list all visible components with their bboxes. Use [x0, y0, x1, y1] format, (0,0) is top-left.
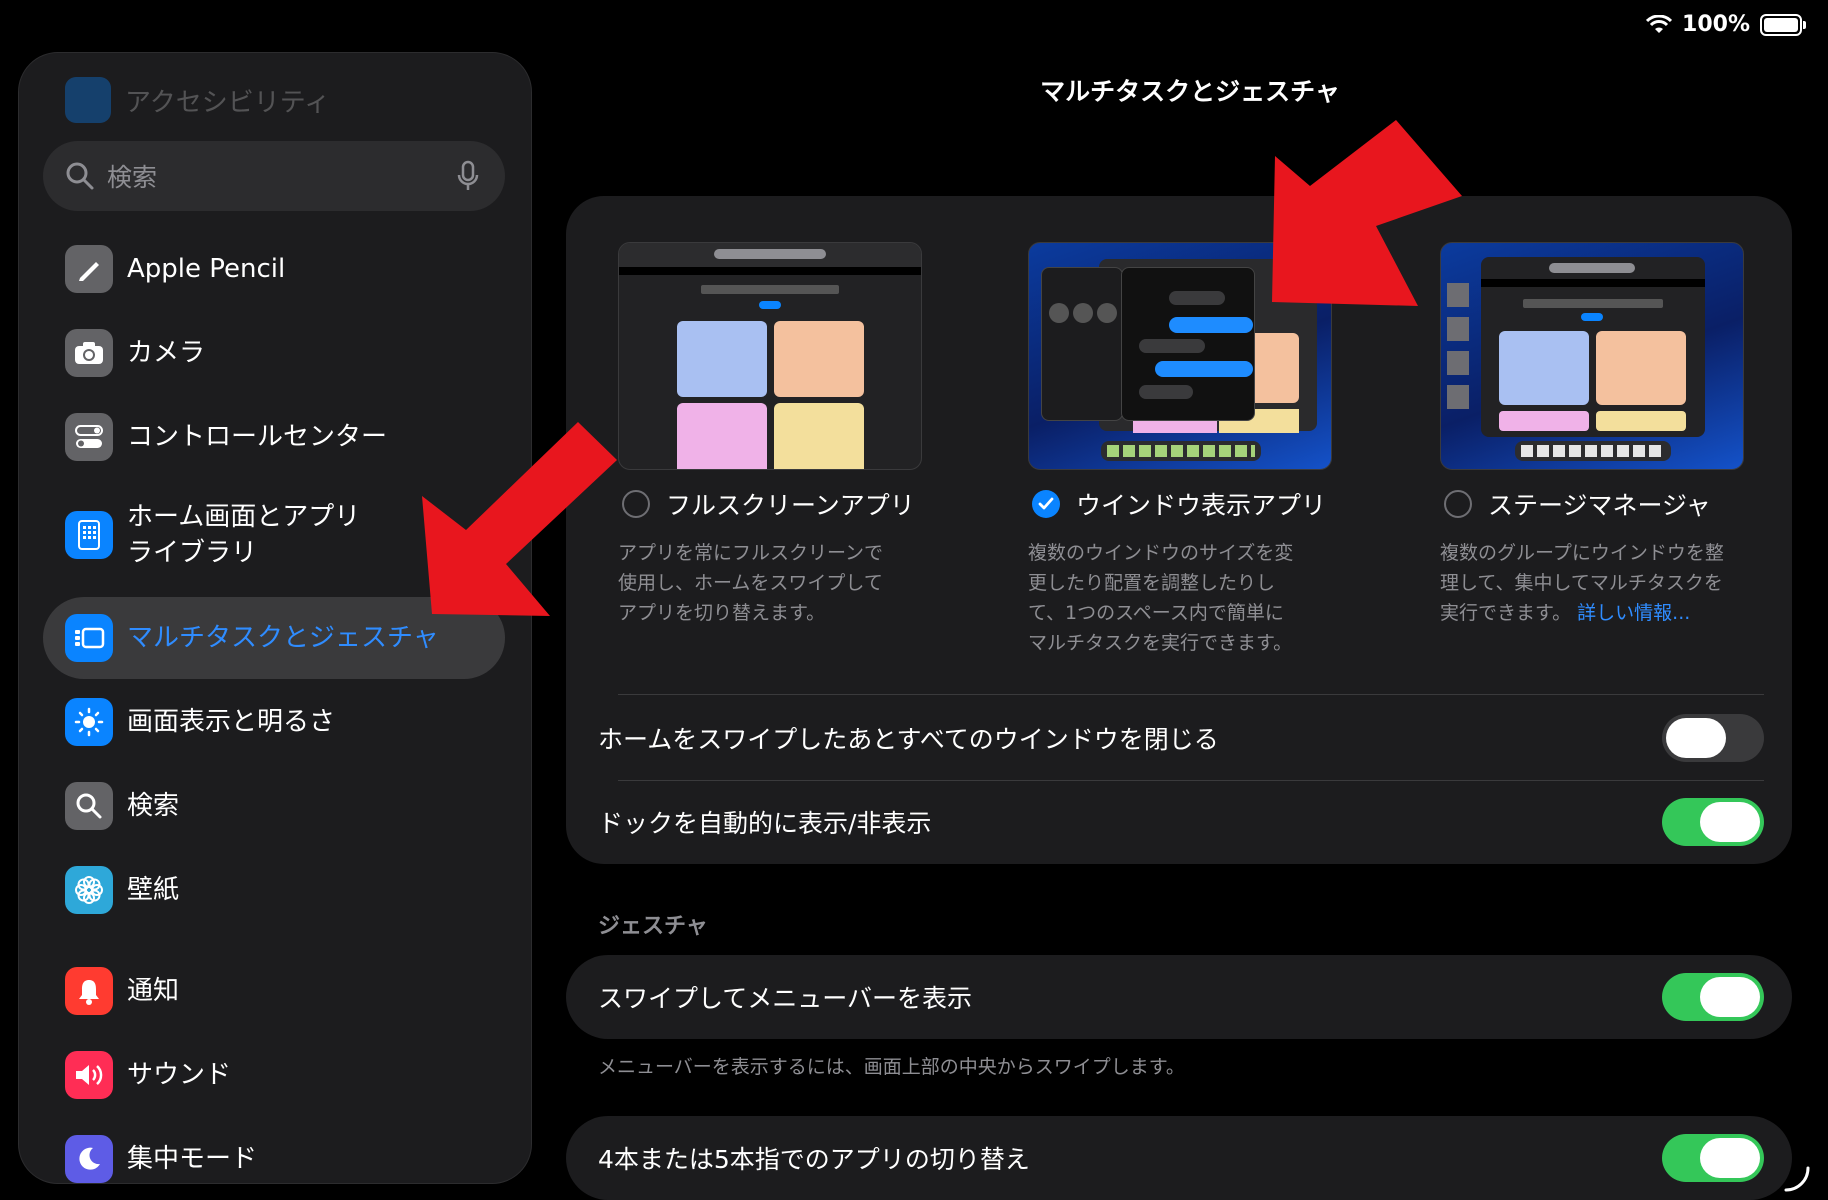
multitasking-options-card: フルスクリーンアプリ アプリを常にフルスクリーンで 使用し、ホームをスワイプして… [566, 196, 1792, 864]
battery-percent: 100% [1682, 12, 1750, 37]
auto-hide-dock-toggle[interactable] [1662, 798, 1764, 846]
sidebar-item-label: 集中モード [127, 1144, 258, 1174]
speaker-icon [65, 1051, 113, 1099]
option-description: 複数のグループにウインドウを整 理して、集中してマルチタスクを 実行できます。 … [1440, 542, 1724, 624]
sun-icon [65, 698, 113, 746]
sidebar-item-apple-pencil[interactable]: Apple Pencil [43, 228, 505, 310]
finger-switch-toggle[interactable] [1662, 1134, 1764, 1182]
option-fullscreen-apps[interactable]: フルスクリーンアプリ アプリを常にフルスクリーンで 使用し、ホームをスワイプして… [618, 242, 922, 628]
sidebar-item-label: 壁紙 [127, 875, 180, 905]
sidebar-item-notifications[interactable]: 通知 [43, 950, 505, 1032]
moon-icon [65, 1135, 113, 1183]
setting-menu-bar-swipe: スワイプしてメニューバーを表示 [566, 955, 1792, 1039]
option-label: ステージマネージャ [1488, 491, 1711, 520]
setting-label: ドックを自動的に表示/非表示 [598, 809, 932, 838]
option-description: 複数のウインドウのサイズを変 更したり配置を調整したりし て、1つのスペース内で… [1028, 542, 1294, 654]
sidebar-item-camera[interactable]: カメラ [43, 312, 505, 394]
home-screen-icon [65, 511, 113, 559]
toggles-icon [65, 413, 113, 461]
setting-four-five-finger-switch: 4本または5本指でのアプリの切り替え [566, 1116, 1792, 1200]
setting-label: ホームをスワイプしたあとすべてのウインドウを閉じる [598, 725, 1219, 754]
search-icon [66, 162, 94, 190]
radio-stage-manager[interactable] [1444, 490, 1472, 518]
divider [618, 694, 1764, 695]
setting-row: 4本または5本指でのアプリの切り替え [598, 1116, 1764, 1200]
flower-icon [65, 866, 113, 914]
fullscreen-preview [618, 242, 922, 470]
sidebar-item-display[interactable]: 画面表示と明るさ [43, 681, 505, 763]
setting-auto-hide-dock: ドックを自動的に表示/非表示 [598, 780, 1764, 864]
setting-label: 4本または5本指でのアプリの切り替え [598, 1145, 1030, 1174]
search-input[interactable]: 検索 [43, 141, 505, 211]
sidebar-item-label: 通知 [127, 976, 180, 1006]
pencil-icon [65, 245, 113, 293]
sidebar-item-label: コントロールセンター [127, 422, 388, 452]
option-description: アプリを常にフルスクリーンで 使用し、ホームをスワイプして アプリを切り替えます… [618, 542, 884, 624]
battery-icon [1760, 13, 1806, 36]
option-label: ウインドウ表示アプリ [1076, 491, 1327, 520]
setting-close-windows-on-home: ホームをスワイプしたあとすべてのウインドウを閉じる [598, 696, 1764, 780]
stage-manager-preview [1440, 242, 1744, 470]
sidebar-item-focus[interactable]: 集中モード [43, 1118, 505, 1183]
sidebar-item-sound[interactable]: サウンド [43, 1034, 505, 1116]
sidebar-item-search[interactable]: 検索 [43, 765, 505, 847]
annotation-arrow [422, 422, 617, 616]
multitasking-icon [65, 614, 113, 662]
option-stage-manager[interactable]: ステージマネージャ 複数のグループにウインドウを整 理して、集中してマルチタスク… [1440, 242, 1744, 628]
search-placeholder: 検索 [107, 163, 158, 192]
sidebar-item-label: サウンド [127, 1060, 232, 1090]
radio-fullscreen[interactable] [622, 490, 650, 518]
status-bar: 100% [1646, 12, 1806, 37]
learn-more-link[interactable]: 詳しい情報... [1577, 602, 1690, 624]
camera-icon [65, 329, 113, 377]
microphone-icon[interactable] [457, 160, 479, 192]
sidebar-item-label: ホーム画面とアプリ [127, 502, 361, 532]
sidebar-item-label: カメラ [127, 338, 206, 368]
menu-bar-swipe-toggle[interactable] [1662, 973, 1764, 1021]
wifi-icon [1646, 14, 1673, 33]
option-label: フルスクリーンアプリ [666, 491, 915, 520]
section-header-gestures: ジェスチャ [598, 914, 708, 939]
sidebar-item-label: Apple Pencil [127, 254, 286, 284]
bell-icon [65, 967, 113, 1015]
checkmark-icon [1038, 497, 1054, 510]
close-windows-toggle[interactable] [1662, 714, 1764, 762]
sidebar-item-label: 検索 [127, 791, 180, 821]
sidebar-item-label-line2: ライブラリ [127, 538, 258, 568]
search-icon [65, 782, 113, 830]
setting-row: スワイプしてメニューバーを表示 [598, 955, 1764, 1039]
resize-handle-icon [1784, 1166, 1810, 1192]
radio-windowed[interactable] [1032, 490, 1060, 518]
sidebar-item-label: 画面表示と明るさ [127, 707, 336, 737]
sidebar-item-label: マルチタスクとジェスチャ [127, 623, 439, 653]
annotation-arrow [1272, 120, 1462, 306]
setting-label: スワイプしてメニューバーを表示 [598, 984, 973, 1013]
setting-footer-note: メニューバーを表示するには、画面上部の中央からスワイプします。 [598, 1056, 1185, 1078]
sidebar-item-wallpaper[interactable]: 壁紙 [43, 849, 505, 931]
page-title: マルチタスクとジェスチャ [1040, 77, 1340, 106]
